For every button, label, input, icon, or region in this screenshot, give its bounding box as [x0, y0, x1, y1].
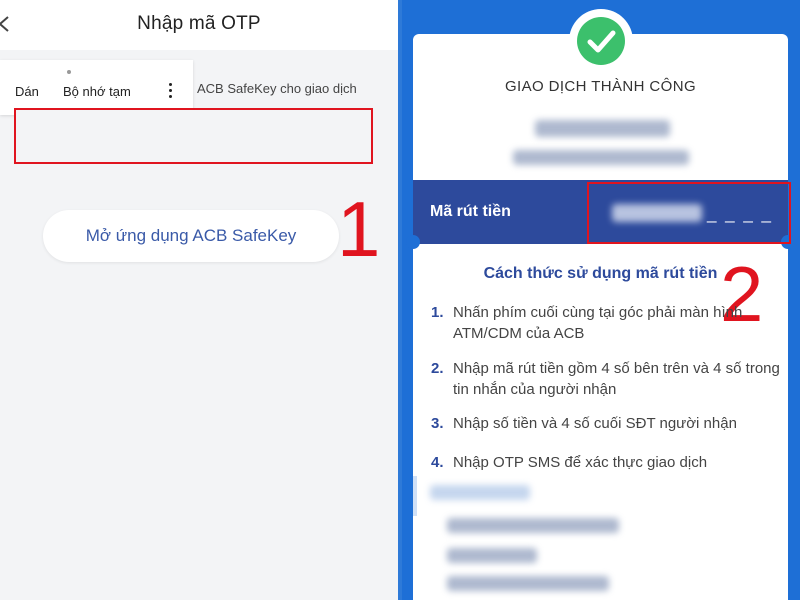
clipboard-menu-item[interactable]: Bộ nhớ tạm [63, 84, 131, 99]
redacted-amount [535, 120, 670, 137]
instruction-number: 3. [431, 415, 444, 432]
instruction-number: 1. [431, 304, 444, 321]
withdraw-code-label: Mã rút tiền [430, 203, 511, 220]
instruction-number: 4. [431, 454, 444, 471]
redacted-detail-1 [447, 518, 619, 533]
instruction-number: 2. [431, 360, 444, 377]
ticket-notch-left [406, 235, 420, 249]
success-badge [569, 9, 633, 73]
page-title: Nhập mã OTP [137, 13, 261, 34]
instruction-text: Nhập số tiền và 4 số cuối SĐT người nhận [453, 415, 737, 432]
check-circle-icon [577, 17, 625, 65]
menu-anchor-dot [67, 70, 71, 74]
otp-input-field[interactable] [14, 108, 373, 164]
more-vertical-icon[interactable] [163, 83, 177, 101]
open-safekey-button[interactable]: Mở ứng dụng ACB SafeKey [43, 210, 339, 262]
instructions-title: Cách thức sử dụng mã rút tiền [483, 265, 718, 282]
redacted-section-label [430, 485, 530, 500]
section-accent [413, 476, 417, 516]
instruction-text: Nhập OTP SMS để xác thực giao dịch [453, 454, 708, 471]
instruction-text: Nhập mã rút tiền gồm 4 số bên trên và 4 … [453, 360, 780, 398]
otp-hint-text: ACB SafeKey cho giao dịch [197, 81, 357, 96]
paste-menu-item[interactable]: Dán [15, 84, 39, 99]
success-title: GIAO DỊCH THÀNH CÔNG [504, 78, 697, 95]
redacted-recipient [513, 150, 689, 165]
instruction-text: Nhấn phím cuối cùng tại góc phải màn hìn… [453, 304, 743, 342]
redacted-detail-2 [447, 548, 537, 563]
step-number-1: 1 [337, 185, 381, 273]
redacted-detail-3 [447, 576, 609, 591]
withdraw-code-highlight [587, 182, 791, 244]
